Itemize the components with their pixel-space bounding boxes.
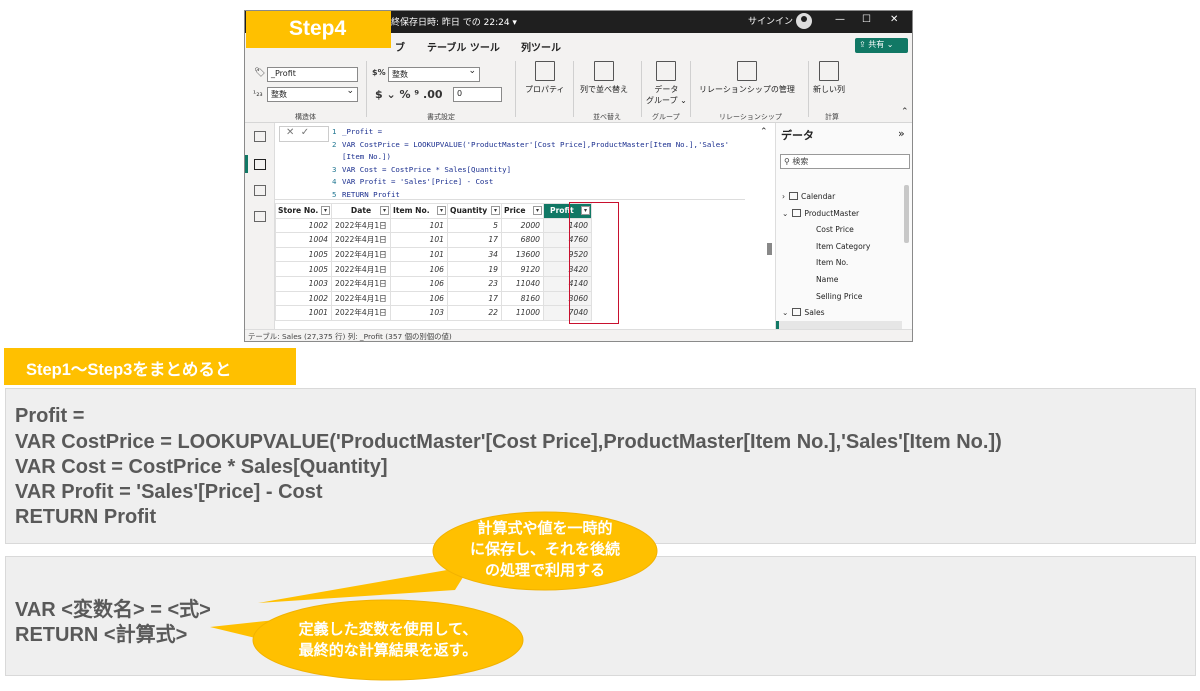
callout-line: の処理で利用する — [484, 562, 605, 579]
callout-line: 最終的な計算結果を返す。 — [298, 642, 478, 659]
callout-text-return: 定義した変数を使用して、 最終的な計算結果を返す。 — [268, 619, 508, 661]
callout-line: 定義した変数を使用して、 — [298, 621, 478, 638]
callout-pointer-var — [258, 566, 470, 603]
callout-line: に保存し、それを後続 — [469, 541, 620, 558]
callout-line: 計算式や値を一時的 — [477, 520, 613, 537]
callout-layer — [210, 511, 658, 681]
callout-text-var: 計算式や値を一時的 に保存し、それを後続 の処理で利用する — [445, 518, 645, 581]
